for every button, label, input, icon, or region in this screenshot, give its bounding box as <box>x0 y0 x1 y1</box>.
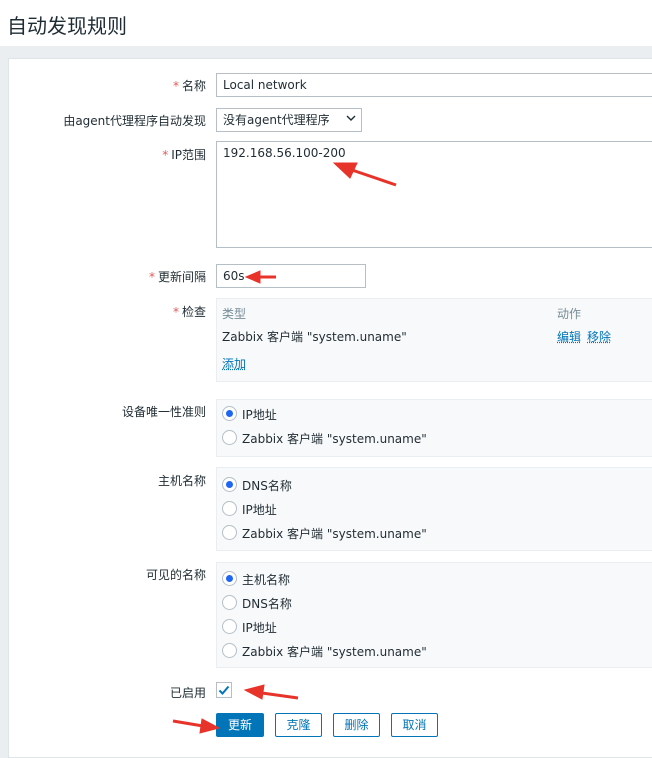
name-input[interactable]: Local network <box>216 73 652 97</box>
uniqueness-group <box>216 399 652 457</box>
check-remove-link[interactable]: 移除 <box>587 328 611 345</box>
checkmark-icon <box>218 685 230 695</box>
delete-button[interactable]: 删除 <box>333 713 380 737</box>
radio-button[interactable] <box>222 619 237 634</box>
uniqueness-label: 设备唯一性准则 <box>121 405 206 419</box>
radio-button[interactable] <box>222 643 237 658</box>
page-title: 自动发现规则 <box>7 14 127 38</box>
check-row-type: Zabbix 客户端 "system.uname" <box>222 330 407 344</box>
radio-button[interactable] <box>222 406 237 421</box>
check-add-link[interactable]: 添加 <box>222 355 246 372</box>
proxy-select[interactable]: 没有agent代理程序 <box>216 108 362 132</box>
radio-button[interactable] <box>222 501 237 516</box>
radio-button[interactable] <box>222 525 237 540</box>
checks-label: * 检查 <box>172 305 206 319</box>
page-header: 自动发现规则 <box>0 0 652 46</box>
interval-input[interactable]: 60s <box>216 264 366 288</box>
clone-button[interactable]: 克隆 <box>275 713 322 737</box>
name-label: * 名称 <box>172 79 206 93</box>
proxy-label: 由agent代理程序自动发现 <box>63 114 206 128</box>
interval-label: * 更新间隔 <box>148 270 206 284</box>
enabled-label: 已启用 <box>169 686 206 700</box>
checks-col-type: 类型 <box>222 307 247 321</box>
chevron-down-icon <box>346 115 356 121</box>
enabled-checkbox[interactable] <box>216 682 232 698</box>
cancel-button[interactable]: 取消 <box>391 713 438 737</box>
checks-col-action: 动作 <box>557 307 582 321</box>
radio-button[interactable] <box>222 571 237 586</box>
visible-name-label: 可见的名称 <box>145 568 206 582</box>
ip-range-label: * IP范围 <box>162 148 206 162</box>
check-edit-link[interactable]: 编辑 <box>557 328 581 345</box>
proxy-select-value: 没有agent代理程序 <box>223 113 330 127</box>
update-button[interactable]: 更新 <box>216 713 264 737</box>
radio-button[interactable] <box>222 595 237 610</box>
ip-range-textarea[interactable]: 192.168.56.100-200 <box>216 141 652 248</box>
radio-button[interactable] <box>222 430 237 445</box>
host-name-label: 主机名称 <box>157 474 206 488</box>
radio-button[interactable] <box>222 477 237 492</box>
